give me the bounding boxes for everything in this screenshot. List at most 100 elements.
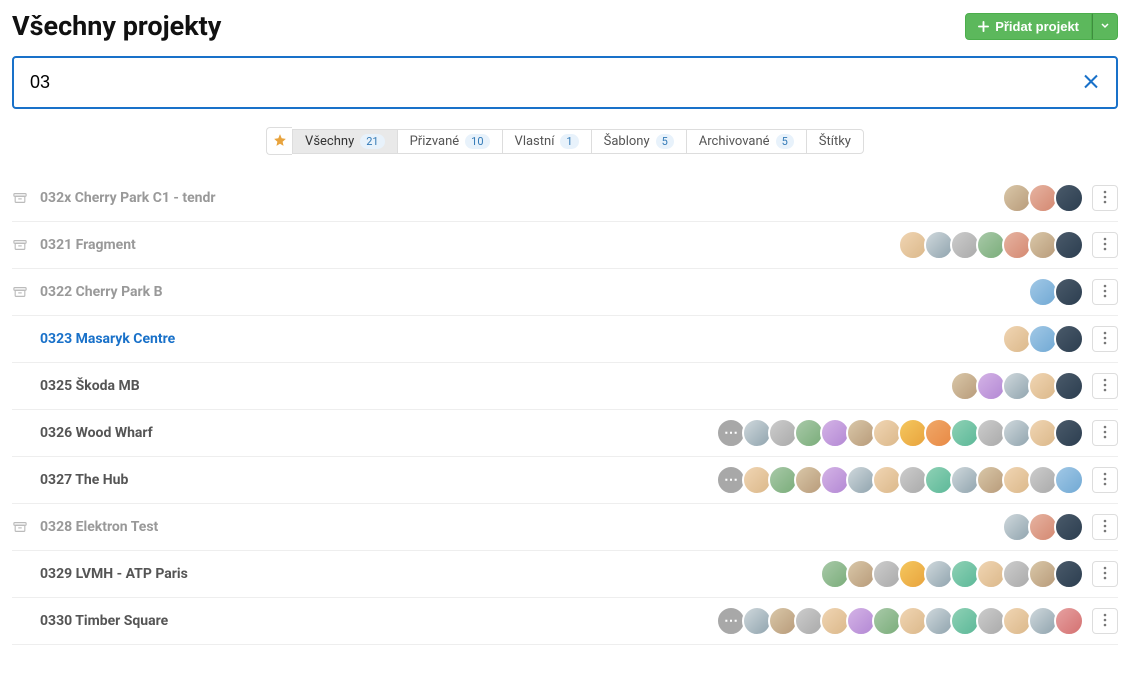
tab-count-badge: 5 [656, 134, 674, 149]
add-project-dropdown[interactable] [1092, 13, 1118, 40]
avatar-stack: ⋯ [720, 606, 1084, 636]
dots-vertical-icon [1103, 425, 1107, 442]
project-more-menu[interactable] [1092, 185, 1118, 211]
archive-icon [12, 191, 28, 205]
project-name: 0322 Cherry Park B [40, 284, 163, 300]
avatar[interactable] [1054, 324, 1084, 354]
project-more-menu[interactable] [1092, 561, 1118, 587]
project-left: 0325 Škoda MB [12, 378, 140, 394]
project-left: 0329 LVMH - ATP Paris [12, 566, 188, 582]
project-right [1006, 324, 1118, 354]
tab-šablony[interactable]: Šablony 5 [591, 129, 686, 154]
archive-icon [12, 285, 28, 299]
dots-vertical-icon [1103, 519, 1107, 536]
dots-vertical-icon [1103, 284, 1107, 301]
project-name: 032x Cherry Park C1 - tendr [40, 190, 216, 206]
tab-label: Všechny [305, 134, 354, 149]
add-project-button[interactable]: Přidat projekt [965, 13, 1092, 40]
project-row[interactable]: 0327 The Hub ⋯ [12, 457, 1118, 504]
project-more-menu[interactable] [1092, 608, 1118, 634]
project-row[interactable]: 032x Cherry Park C1 - tendr [12, 175, 1118, 222]
project-right [954, 371, 1118, 401]
tab-count-badge: 5 [776, 134, 794, 149]
add-project-group: Přidat projekt [965, 13, 1118, 40]
avatar-stack [1006, 324, 1084, 354]
tab-štítky[interactable]: Štítky [806, 129, 864, 154]
project-left: 0326 Wood Wharf [12, 425, 153, 441]
project-more-menu[interactable] [1092, 514, 1118, 540]
avatar-stack [1006, 512, 1084, 542]
avatar[interactable] [1054, 512, 1084, 542]
project-more-menu[interactable] [1092, 232, 1118, 258]
tab-label: Šablony [604, 134, 650, 149]
search-wrap [12, 56, 1118, 109]
avatar-stack [1006, 183, 1084, 213]
tab-label: Vlastní [515, 134, 555, 149]
project-more-menu[interactable] [1092, 467, 1118, 493]
tab-label: Štítky [819, 134, 851, 149]
avatar-stack [824, 559, 1084, 589]
dots-vertical-icon [1103, 378, 1107, 395]
clear-search-button[interactable] [1076, 66, 1106, 99]
avatar-stack [954, 371, 1084, 401]
star-filter-button[interactable] [266, 127, 292, 155]
close-icon [1082, 78, 1100, 93]
tab-přizvané[interactable]: Přizvané 10 [397, 129, 502, 154]
page-title: Všechny projekty [12, 10, 221, 42]
avatar[interactable] [1054, 418, 1084, 448]
avatar[interactable] [1054, 277, 1084, 307]
avatar-stack [902, 230, 1084, 260]
project-row[interactable]: 0329 LVMH - ATP Paris [12, 551, 1118, 598]
dots-vertical-icon [1103, 237, 1107, 254]
project-left: 032x Cherry Park C1 - tendr [12, 190, 216, 206]
tab-label: Přizvané [410, 134, 460, 149]
dots-vertical-icon [1103, 190, 1107, 207]
avatar-stack [1032, 277, 1084, 307]
avatar[interactable] [1054, 371, 1084, 401]
project-left: 0328 Elektron Test [12, 519, 158, 535]
project-name: 0330 Timber Square [40, 613, 168, 629]
dots-vertical-icon [1103, 566, 1107, 583]
caret-down-icon [1101, 22, 1109, 30]
project-row[interactable]: 0330 Timber Square ⋯ [12, 598, 1118, 645]
tab-všechny[interactable]: Všechny 21 [292, 129, 397, 154]
project-list: 032x Cherry Park C1 - tendr 0321 Fragment… [12, 175, 1118, 645]
tab-archivované[interactable]: Archivované 5 [686, 129, 806, 154]
project-more-menu[interactable] [1092, 420, 1118, 446]
project-left: 0327 The Hub [12, 472, 128, 488]
avatar[interactable] [1054, 465, 1084, 495]
project-left: 0323 Masaryk Centre [12, 331, 175, 347]
project-more-menu[interactable] [1092, 279, 1118, 305]
avatar-stack: ⋯ [720, 465, 1084, 495]
project-name: 0328 Elektron Test [40, 519, 158, 535]
archive-icon [12, 238, 28, 252]
project-row[interactable]: 0326 Wood Wharf ⋯ [12, 410, 1118, 457]
project-name: 0325 Škoda MB [40, 378, 140, 394]
project-row[interactable]: 0322 Cherry Park B [12, 269, 1118, 316]
project-name: 0329 LVMH - ATP Paris [40, 566, 188, 582]
dots-vertical-icon [1103, 613, 1107, 630]
project-row[interactable]: 0328 Elektron Test [12, 504, 1118, 551]
tab-label: Archivované [699, 134, 770, 149]
avatar[interactable] [1054, 183, 1084, 213]
project-row[interactable]: 0325 Škoda MB [12, 363, 1118, 410]
tab-count-badge: 10 [465, 134, 489, 149]
project-row[interactable]: 0321 Fragment [12, 222, 1118, 269]
tab-vlastní[interactable]: Vlastní 1 [502, 129, 591, 154]
dots-vertical-icon [1103, 331, 1107, 348]
avatar[interactable] [1054, 606, 1084, 636]
project-more-menu[interactable] [1092, 326, 1118, 352]
project-more-menu[interactable] [1092, 373, 1118, 399]
project-row[interactable]: 0323 Masaryk Centre [12, 316, 1118, 363]
avatar-stack: ⋯ [720, 418, 1084, 448]
search-input[interactable] [12, 56, 1118, 109]
tab-count-badge: 1 [560, 134, 578, 149]
project-right: ⋯ [720, 606, 1118, 636]
project-name: 0323 Masaryk Centre [40, 331, 175, 347]
project-right [824, 559, 1118, 589]
star-icon [273, 133, 287, 150]
avatar[interactable] [1054, 559, 1084, 589]
tab-count-badge: 21 [360, 134, 384, 149]
project-name: 0327 The Hub [40, 472, 128, 488]
avatar[interactable] [1054, 230, 1084, 260]
